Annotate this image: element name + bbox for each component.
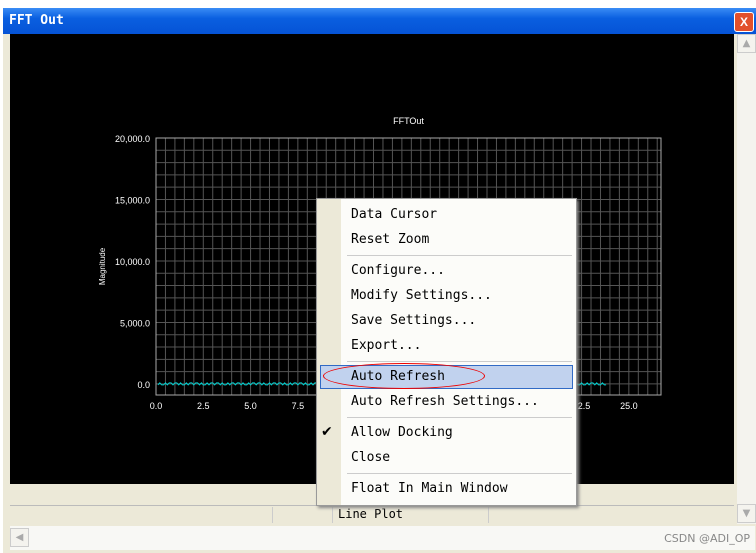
menu-item-configure[interactable]: Configure... [351, 261, 445, 281]
menu-item-save-settings[interactable]: Save Settings... [351, 311, 476, 331]
vertical-scrollbar[interactable]: ▲ ▼ [737, 34, 756, 524]
menu-separator [347, 473, 572, 474]
menu-item-modify-settings[interactable]: Modify Settings... [351, 286, 492, 306]
menu-item-export[interactable]: Export... [351, 336, 421, 356]
title-bar[interactable]: FFT Out X [3, 8, 756, 34]
x-tick-label: 5.0 [244, 401, 257, 411]
y-tick-label: 0.0 [137, 380, 150, 390]
menu-item-allow-docking[interactable]: Allow Docking [351, 423, 453, 443]
scroll-down-button[interactable]: ▼ [737, 504, 756, 523]
y-tick-label: 10,000.0 [115, 257, 150, 267]
status-cell [273, 507, 333, 523]
watermark: CSDN @ADI_OP [664, 532, 750, 545]
status-mode: Line Plot [334, 507, 489, 523]
menu-item-reset-zoom[interactable]: Reset Zoom [351, 230, 429, 250]
menu-item-auto-refresh-settings[interactable]: Auto Refresh Settings... [351, 392, 539, 412]
close-button[interactable]: X [734, 12, 754, 32]
menu-item-float-in-main-window[interactable]: Float In Main Window [351, 479, 508, 499]
y-tick-label: 20,000.0 [115, 134, 150, 144]
y-axis-label: Magnitude [98, 247, 107, 285]
menu-item-auto-refresh[interactable]: Auto Refresh [351, 367, 445, 387]
checkmark-icon: ✔ [321, 424, 333, 440]
horizontal-scrollbar[interactable]: ◀ [10, 526, 755, 550]
x-tick-label: 7.5 [292, 401, 305, 411]
menu-item-close[interactable]: Close [351, 448, 390, 468]
menu-item-data-cursor[interactable]: Data Cursor [351, 205, 437, 225]
x-tick-label: 2.5 [197, 401, 210, 411]
window-title: FFT Out [9, 13, 64, 28]
y-tick-label: 15,000.0 [115, 195, 150, 205]
chart-title: FFTOut [393, 116, 424, 126]
status-bar: Line Plot [10, 505, 734, 524]
menu-separator [347, 255, 572, 256]
x-tick-label: 25.0 [620, 401, 638, 411]
menu-separator [347, 361, 572, 362]
y-tick-label: 5,000.0 [120, 318, 150, 328]
scroll-left-button[interactable]: ◀ [10, 528, 29, 547]
menu-separator [347, 417, 572, 418]
menu-gutter [317, 199, 341, 505]
context-menu: Data Cursor Reset Zoom Configure... Modi… [316, 198, 577, 506]
x-tick-label: 0.0 [150, 401, 163, 411]
status-cell [10, 507, 273, 523]
scroll-up-button[interactable]: ▲ [737, 34, 756, 53]
